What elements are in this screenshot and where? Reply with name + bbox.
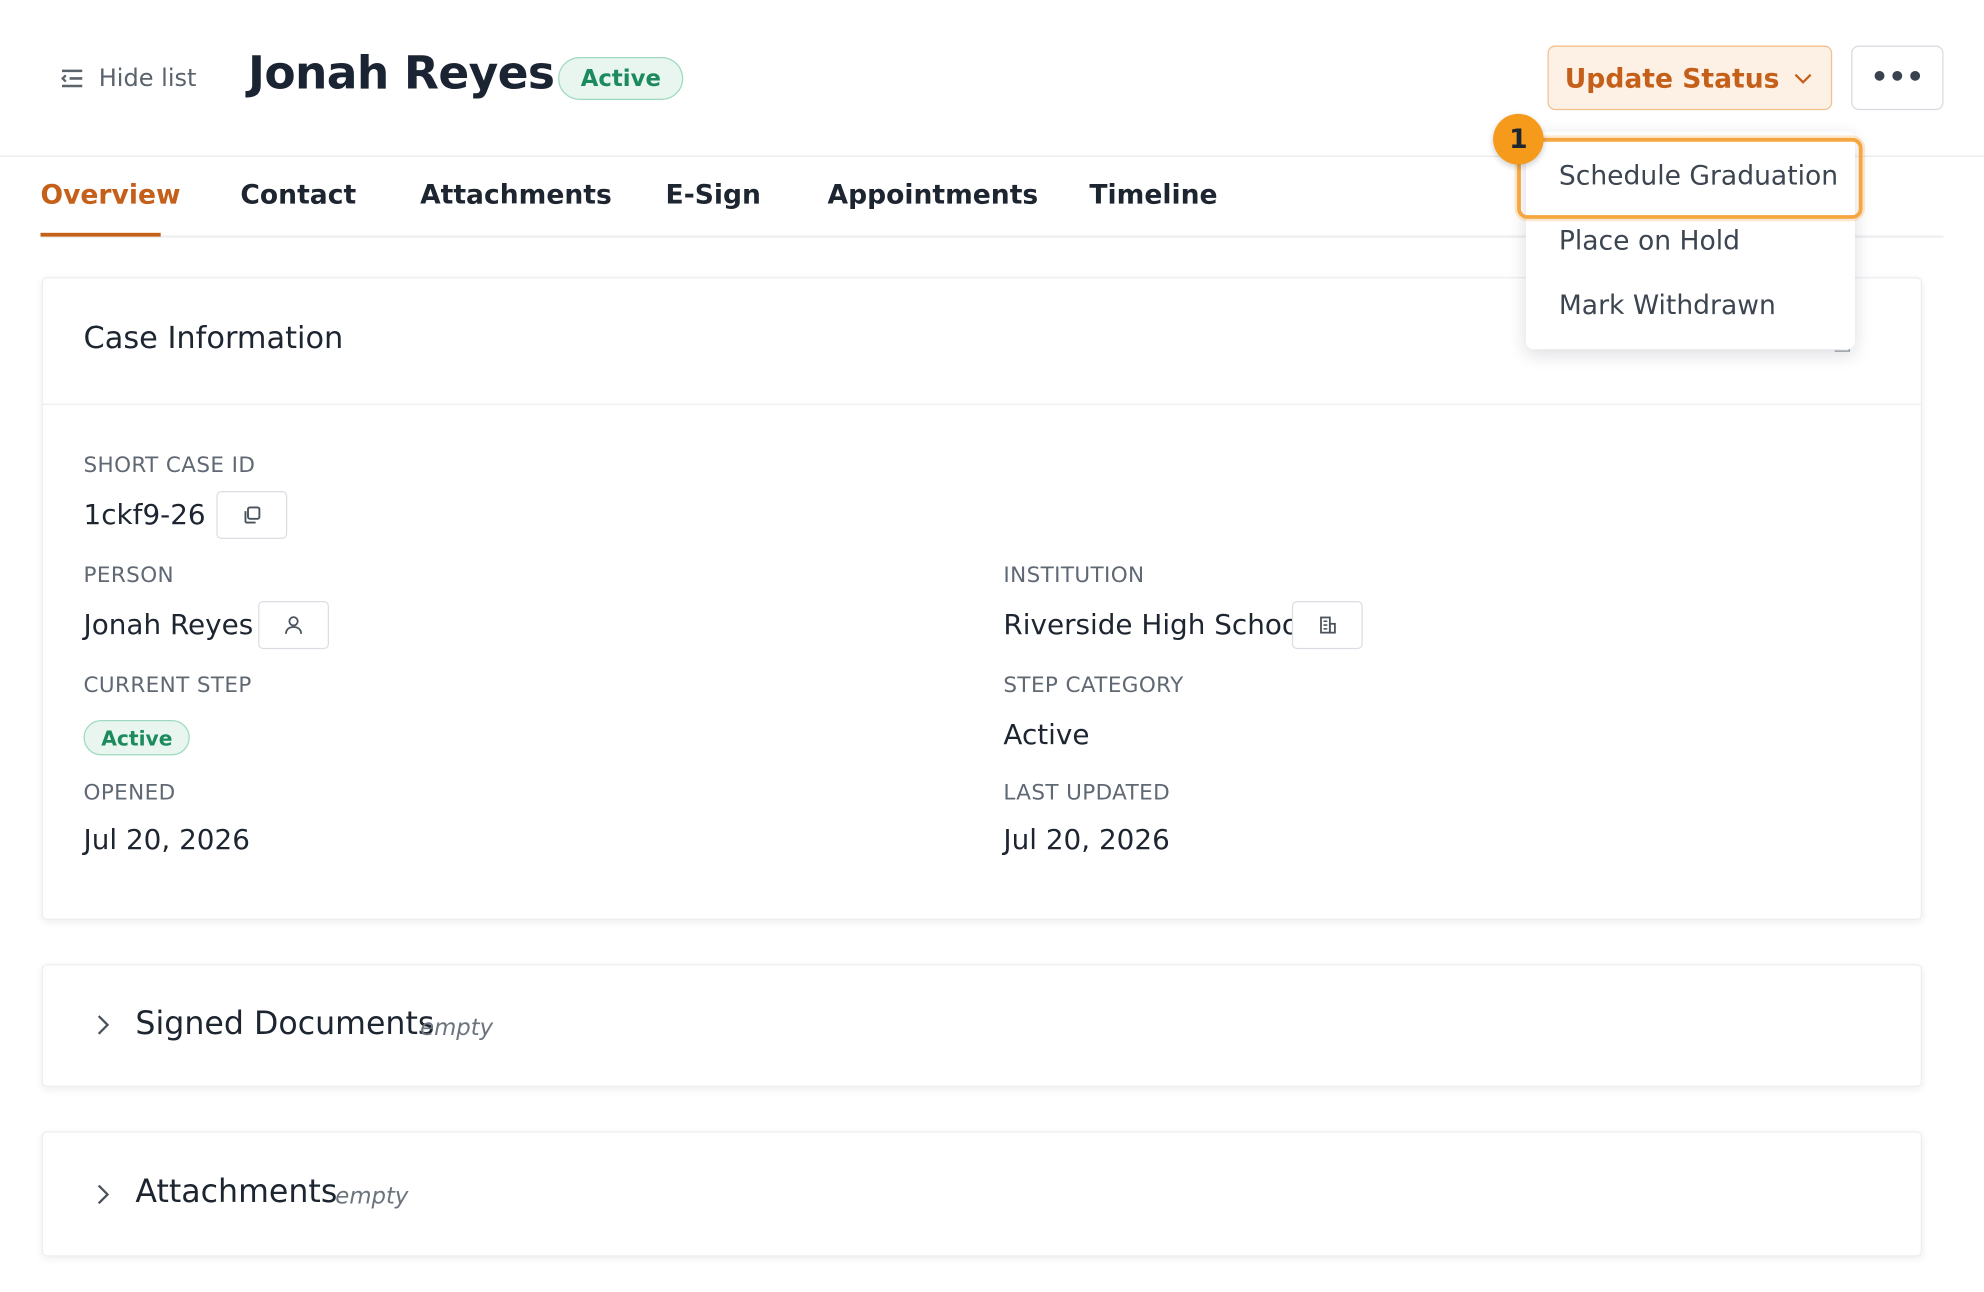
- more-actions-button[interactable]: •••: [1851, 45, 1944, 111]
- user-icon: [285, 616, 303, 634]
- institution-label: INSTITUTION: [1003, 563, 1145, 589]
- status-dropdown-menu: Schedule Graduation Place on Hold Mark W…: [1525, 131, 1855, 350]
- tab-attachments[interactable]: Attachments: [420, 180, 612, 210]
- opened-label: OPENED: [83, 780, 176, 807]
- view-institution-button[interactable]: [1291, 601, 1363, 650]
- short-case-id-label: SHORT CASE ID: [83, 452, 256, 479]
- tab-contact[interactable]: Contact: [240, 180, 356, 210]
- active-tab-indicator: [40, 232, 161, 237]
- person-label: PERSON: [83, 563, 174, 589]
- view-person-button[interactable]: [258, 601, 329, 650]
- short-case-id-value: 1ckf9-26: [83, 499, 206, 532]
- case-information-title: Case Information: [83, 320, 344, 356]
- tab-timeline[interactable]: Timeline: [1089, 180, 1217, 210]
- case-information-card: Case Information SHORT CASE ID 1ckf9-26 …: [41, 277, 1923, 920]
- tab-appointments[interactable]: Appointments: [828, 180, 1039, 210]
- opened-value: Jul 20, 2026: [83, 824, 250, 857]
- list-collapse-icon: [61, 69, 83, 88]
- menu-item-schedule-graduation[interactable]: Schedule Graduation: [1559, 161, 1838, 191]
- current-step-badge: Active: [83, 719, 191, 756]
- signed-documents-section[interactable]: Signed Documents empty: [41, 964, 1923, 1087]
- attachments-empty-note: empty: [335, 1183, 409, 1210]
- hide-list-button[interactable]: Hide list: [58, 61, 196, 96]
- attachments-title[interactable]: Attachments: [135, 1173, 337, 1210]
- step-category-value: Active: [1003, 719, 1090, 752]
- copy-icon: [244, 506, 261, 524]
- update-status-button[interactable]: Update Status: [1547, 45, 1833, 111]
- update-status-label: Update Status: [1564, 62, 1780, 94]
- step-marker: 1: [1493, 113, 1544, 165]
- current-step-label: CURRENT STEP: [83, 673, 252, 699]
- status-badge: Active: [558, 56, 684, 100]
- page-title: Jonah Reyes: [248, 48, 555, 100]
- signed-documents-empty-note: empty: [420, 1014, 494, 1042]
- step-category-label: STEP CATEGORY: [1003, 673, 1184, 699]
- case-detail-page: Hide list Jonah Reyes Active Update Stat…: [0, 0, 1984, 1292]
- chevron-right-icon: [97, 1015, 110, 1035]
- chevron-right-icon: [97, 1184, 110, 1205]
- tab-e-sign[interactable]: E-Sign: [666, 180, 761, 210]
- menu-item-mark-withdrawn[interactable]: Mark Withdrawn: [1559, 290, 1776, 320]
- building-icon: [1320, 616, 1336, 634]
- last-updated-label: LAST UPDATED: [1003, 780, 1171, 807]
- last-updated-value: Jul 20, 2026: [1003, 824, 1170, 857]
- tab-overview[interactable]: Overview: [40, 180, 180, 210]
- hide-list-label: Hide list: [98, 64, 197, 93]
- chevron-down-icon: [1795, 73, 1812, 84]
- menu-item-place-on-hold[interactable]: Place on Hold: [1559, 225, 1740, 255]
- person-value: Jonah Reyes: [83, 609, 254, 642]
- institution-value: Riverside High School: [1003, 609, 1307, 642]
- copy-button[interactable]: [216, 490, 288, 540]
- signed-documents-title[interactable]: Signed Documents: [135, 1005, 434, 1042]
- attachments-section[interactable]: Attachments empty: [41, 1131, 1923, 1257]
